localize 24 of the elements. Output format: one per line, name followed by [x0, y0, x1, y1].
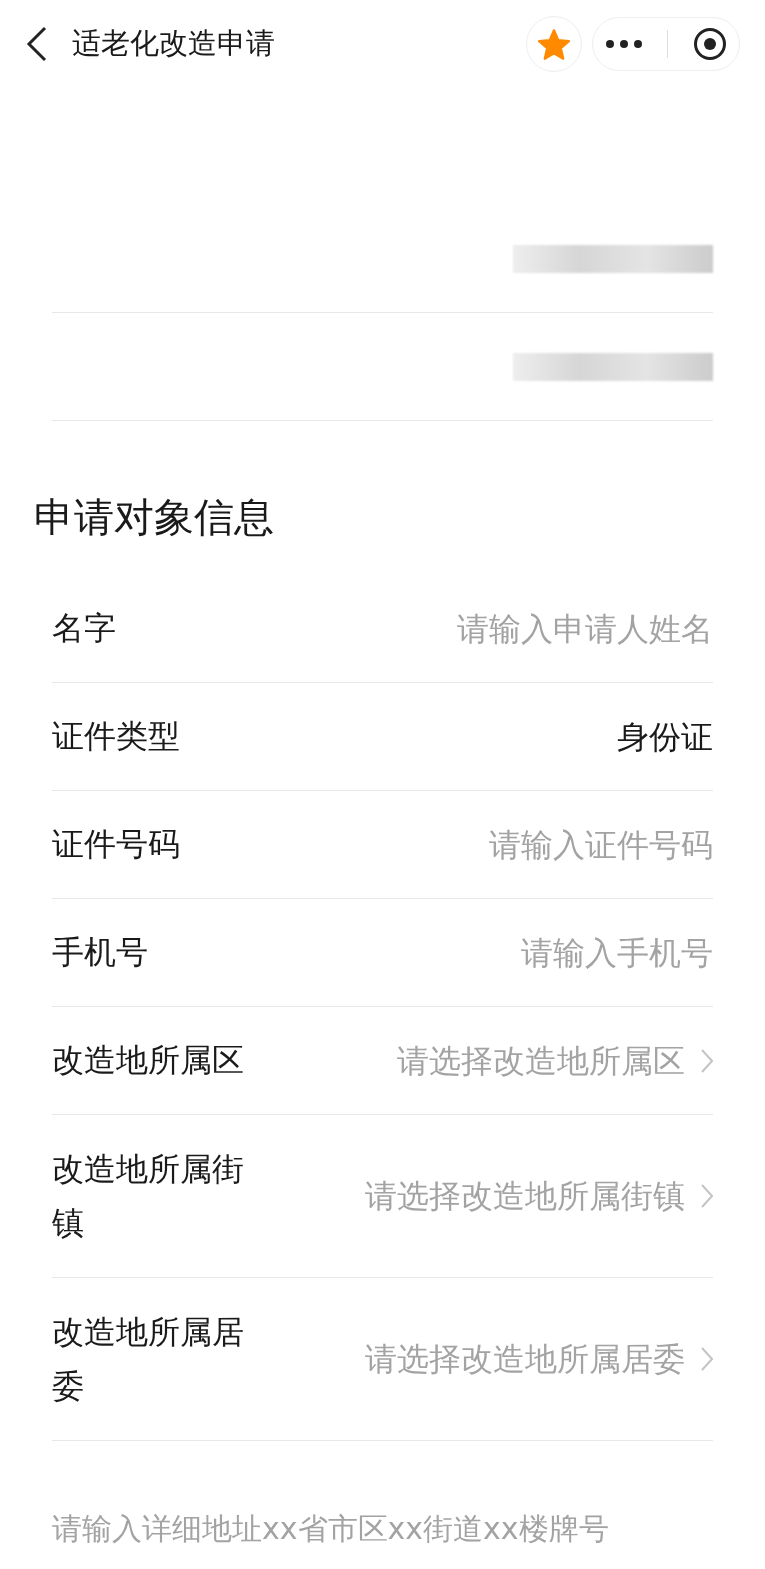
picker-field[interactable]: 请选择改造地所属街镇	[274, 1172, 685, 1220]
field-label: 改造地所属区	[52, 1040, 245, 1082]
more-button[interactable]	[605, 39, 644, 49]
close-button[interactable]	[692, 27, 727, 61]
field-label: 改造地所属居委	[52, 1311, 245, 1407]
chevron-icon	[701, 1048, 713, 1073]
picker-field[interactable]: 请选择改造地所属区	[274, 1036, 685, 1085]
picker-field[interactable]: 请选择改造地所属居委	[274, 1335, 685, 1383]
input-field[interactable]: 请输入证件号码	[274, 820, 713, 869]
select-field[interactable]: 身份证	[274, 712, 713, 761]
back-button[interactable]	[26, 26, 48, 62]
field-label: 改造地所属街镇	[52, 1148, 245, 1244]
field-label: 证件号码	[52, 824, 181, 866]
field-label: 证件类型	[52, 716, 181, 758]
input-field[interactable]: 请输入手机号	[274, 928, 713, 977]
field-label: 手机号	[52, 932, 149, 974]
field-label: 名字	[52, 608, 117, 650]
star-icon	[538, 28, 570, 60]
chevron-icon	[701, 1184, 713, 1208]
chevron-icon	[701, 1347, 713, 1371]
address-field[interactable]: 请输入详细地址xx省市区xx街道xx楼牌号	[52, 1511, 713, 1547]
input-field[interactable]: 请输入申请人姓名	[274, 604, 713, 653]
page-title: 适老化改造申请	[72, 25, 276, 63]
section-title: 申请对象信息	[33, 493, 275, 542]
